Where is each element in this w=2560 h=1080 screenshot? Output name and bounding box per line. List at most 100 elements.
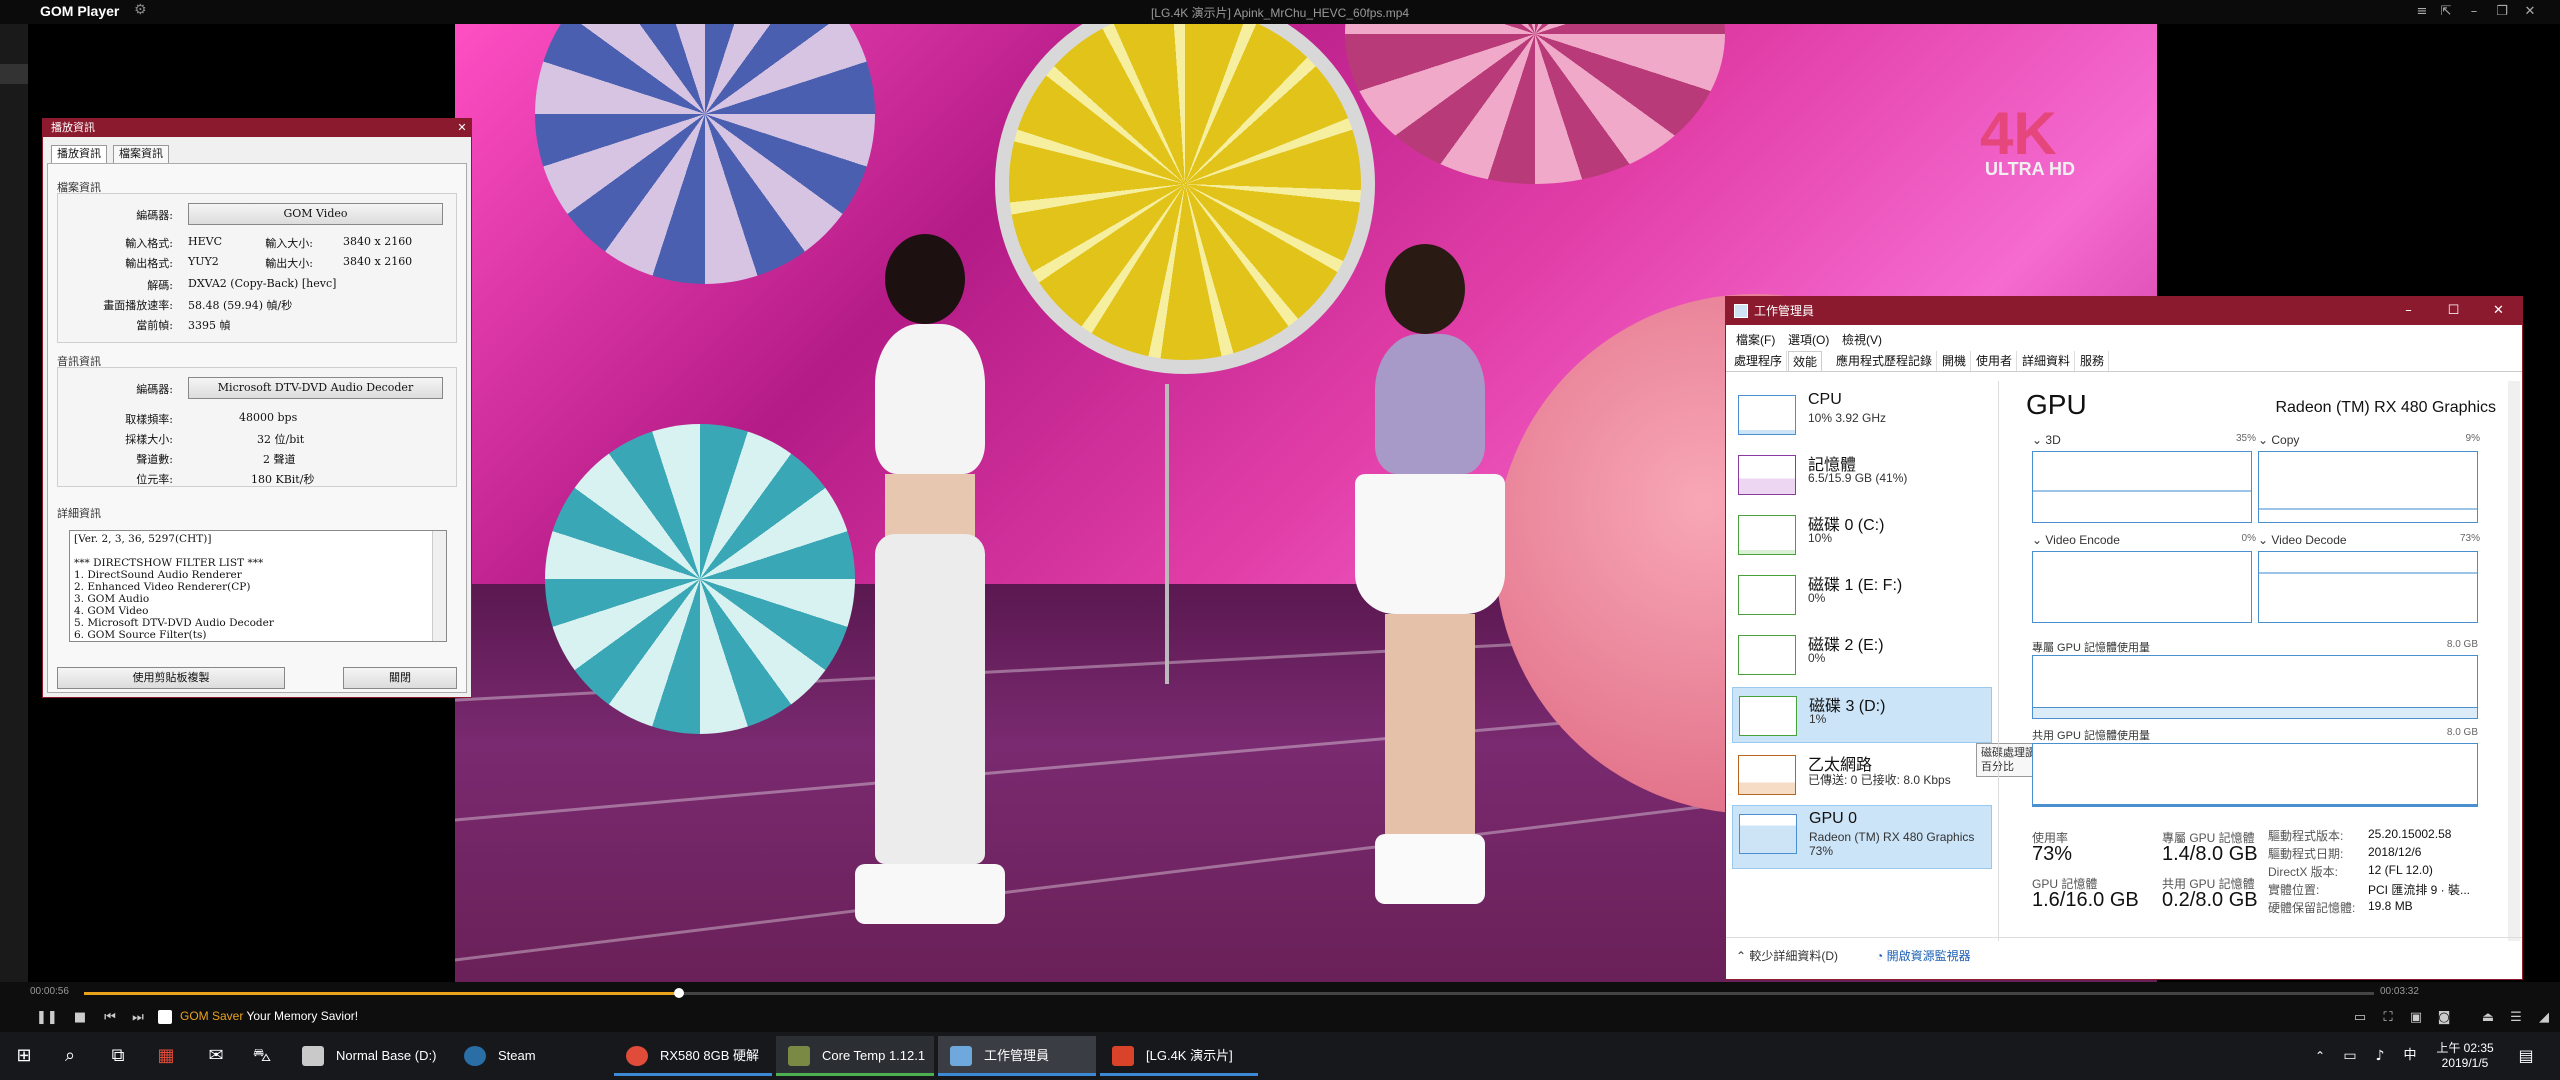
engine-3d-graph: [2032, 451, 2252, 523]
tab-users[interactable]: 使用者: [1972, 351, 2018, 371]
menu-icon[interactable]: ≡: [2410, 0, 2434, 24]
drive-icon: [302, 1046, 324, 1066]
dedicated-mem-value: 1.4/8.0 GB: [2162, 843, 2258, 865]
chrome-icon: [626, 1046, 648, 1066]
minimize-icon[interactable]: –: [2462, 0, 2486, 24]
tab-services[interactable]: 服務: [2076, 351, 2110, 371]
store-icon[interactable]: ⛍: [248, 1042, 276, 1070]
dialog-title: 播放資訊: [43, 119, 471, 137]
task-view-icon[interactable]: ⧉: [104, 1042, 132, 1070]
playlist-icon[interactable]: ☰: [2506, 1010, 2526, 1026]
close-icon[interactable]: ✕: [453, 119, 471, 137]
side-item-disk-2[interactable]: 磁碟 2 (E:) 0%: [1732, 627, 1992, 683]
taskbar-app-explorer[interactable]: Normal Base (D:): [290, 1036, 448, 1076]
gom-icon: [1112, 1046, 1134, 1066]
clock-date[interactable]: 2019/1/5: [2430, 1056, 2500, 1070]
side-item-disk-0[interactable]: 磁碟 0 (C:) 10%: [1732, 507, 1992, 563]
engine-copy-label[interactable]: ⌄ Copy: [2258, 433, 2299, 447]
menu-file[interactable]: 檔案(F): [1736, 331, 1775, 348]
gom-logo: GOM Player: [40, 3, 120, 19]
fullscreen-icon[interactable]: ⛶: [2378, 1010, 2398, 1026]
seek-knob[interactable]: [674, 988, 685, 998]
network-icon[interactable]: ▭: [2336, 1042, 2364, 1070]
engine-3d-label[interactable]: ⌄ 3D: [2032, 433, 2061, 447]
dedicated-mem-graph: [2032, 655, 2478, 719]
taskbar-app-steam[interactable]: Steam: [452, 1036, 610, 1076]
control-bar[interactable]: 00:00:56 00:03:32 ❚❚ ■ ⏮ ⏭ GOM Saver You…: [0, 982, 2560, 1032]
coretemp-icon: [788, 1046, 810, 1066]
search-icon[interactable]: ⌕: [56, 1042, 84, 1070]
engine-encode-graph: [2032, 551, 2252, 623]
clock-time[interactable]: 上午 02:35: [2430, 1039, 2500, 1056]
engine-decode-label[interactable]: ⌄ Video Decode: [2258, 533, 2347, 547]
lollipop-swirl-teal: [545, 424, 855, 734]
tab-details[interactable]: 詳細資料: [2018, 351, 2076, 371]
menu-options[interactable]: 選項(O): [1788, 331, 1829, 348]
taskbar-app-coretemp[interactable]: Core Temp 1.12.1: [776, 1036, 934, 1076]
video-sign-ultrahd: ULTRA HD: [1985, 159, 2075, 179]
tray-overflow-icon[interactable]: ⌃: [2306, 1042, 2334, 1070]
gom-title-bar[interactable]: GOM Player ⚙ [LG.4K 演示片] Apink_MrChu_HEV…: [0, 0, 2560, 24]
scrollbar[interactable]: [432, 531, 446, 641]
screen-icon[interactable]: ▭: [2350, 1010, 2370, 1026]
shared-mem-value: 0.2/8.0 GB: [2162, 889, 2258, 911]
side-item-cpu[interactable]: CPU 10% 3.92 GHz: [1732, 387, 1992, 443]
stop-icon[interactable]: ■: [70, 1010, 90, 1026]
current-time: 00:00:56: [30, 986, 69, 997]
tab-startup[interactable]: 開機: [1938, 351, 1972, 371]
mail-icon[interactable]: ✉: [202, 1042, 230, 1070]
camera-icon[interactable]: ◙: [2434, 1010, 2454, 1026]
side-item-memory[interactable]: 記憶體 6.5/15.9 GB (41%): [1732, 447, 1992, 503]
tab-performance[interactable]: 效能: [1788, 351, 1823, 371]
capture-icon[interactable]: ▣: [2406, 1010, 2426, 1026]
playback-info-dialog[interactable]: 播放資訊 ✕ 播放資訊 檔案資訊 檔案資訊 編碼器: GOM Video 輸入格…: [42, 118, 472, 698]
gpu-mem-value: 1.6/16.0 GB: [2032, 889, 2139, 911]
resource-monitor-link[interactable]: ◔ 開啟資源監視器: [1876, 947, 1971, 964]
taskbar-app-gom[interactable]: [LG.4K 演示片] Api...: [1100, 1036, 1258, 1076]
notification-icon[interactable]: ▤: [2512, 1042, 2540, 1070]
maximize-icon[interactable]: ❐: [2490, 0, 2514, 24]
gom-filename: [LG.4K 演示片] Apink_MrChu_HEVC_60fps.mp4: [1150, 6, 1410, 20]
minimize-icon[interactable]: –: [2386, 297, 2431, 325]
task-manager-icon: [1734, 304, 1748, 318]
seek-bar[interactable]: [84, 988, 2374, 998]
tab-app-history[interactable]: 應用程式歷程記錄: [1832, 351, 1938, 371]
next-icon[interactable]: ⏭: [128, 1010, 148, 1026]
menu-view[interactable]: 檢視(V): [1842, 331, 1882, 348]
taskbar-app-chrome[interactable]: RX580 8GB 硬解藍...: [614, 1036, 772, 1076]
pin-icon[interactable]: ⇱: [2434, 0, 2458, 24]
close-icon[interactable]: ✕: [2518, 0, 2542, 24]
pause-icon[interactable]: ❚❚: [36, 1010, 58, 1026]
engine-decode-graph: [2258, 551, 2478, 623]
volume-icon[interactable]: ◢: [2534, 1010, 2554, 1026]
taskbar-app-taskmgr[interactable]: 工作管理員: [938, 1036, 1096, 1076]
close-icon[interactable]: ✕: [2476, 297, 2521, 325]
filter-list-box[interactable]: [Ver. 2, 3, 36, 5297(CHT)] *** DIRECTSHO…: [69, 530, 447, 642]
taskbar[interactable]: ⊞ ⌕ ⧉ ▦ ✉ ⛍ Normal Base (D:) Steam RX580…: [0, 1032, 2560, 1080]
eject-icon[interactable]: ⏏: [2478, 1010, 2498, 1026]
close-button[interactable]: 關閉: [343, 667, 457, 689]
tab-file-info[interactable]: 檔案資訊: [113, 145, 169, 163]
ime-indicator[interactable]: 中: [2396, 1042, 2424, 1070]
gom-saver-icon: [158, 1010, 172, 1024]
calculator-icon[interactable]: ▦: [152, 1042, 180, 1070]
scrollbar[interactable]: [2508, 381, 2520, 941]
gear-icon[interactable]: ⚙: [134, 2, 147, 18]
volume-icon[interactable]: ♪: [2366, 1042, 2394, 1070]
copy-clipboard-button[interactable]: 使用剪貼板複製: [57, 667, 285, 689]
side-item-disk-3[interactable]: 磁碟 3 (D:) 1%: [1732, 687, 1992, 743]
side-item-gpu-0[interactable]: GPU 0 Radeon (TM) RX 480 Graphics 73%: [1732, 805, 1992, 869]
fewer-details-button[interactable]: ⌃ 較少詳細資料(D): [1736, 947, 1838, 964]
side-item-ethernet[interactable]: 乙太網路 已傳送: 0 已接收: 8.0 Kbps: [1732, 747, 1992, 803]
engine-encode-label[interactable]: ⌄ Video Encode: [2032, 533, 2120, 547]
gom-saver-ticker[interactable]: GOM Saver Your Memory Savior!: [180, 1009, 358, 1023]
tab-processes[interactable]: 處理程序: [1730, 351, 1788, 371]
video-sign-4k: 4K: [1980, 100, 2057, 167]
engine-copy-graph: [2258, 451, 2478, 523]
maximize-icon[interactable]: ☐: [2431, 297, 2476, 325]
tab-playback-info[interactable]: 播放資訊: [51, 145, 107, 163]
task-manager-window[interactable]: 工作管理員 – ☐ ✕ 檔案(F) 選項(O) 檢視(V) 處理程序 效能 應用…: [1725, 296, 2523, 980]
prev-icon[interactable]: ⏮: [100, 1010, 120, 1026]
start-icon[interactable]: ⊞: [10, 1042, 38, 1070]
side-item-disk-1[interactable]: 磁碟 1 (E: F:) 0%: [1732, 567, 1992, 623]
